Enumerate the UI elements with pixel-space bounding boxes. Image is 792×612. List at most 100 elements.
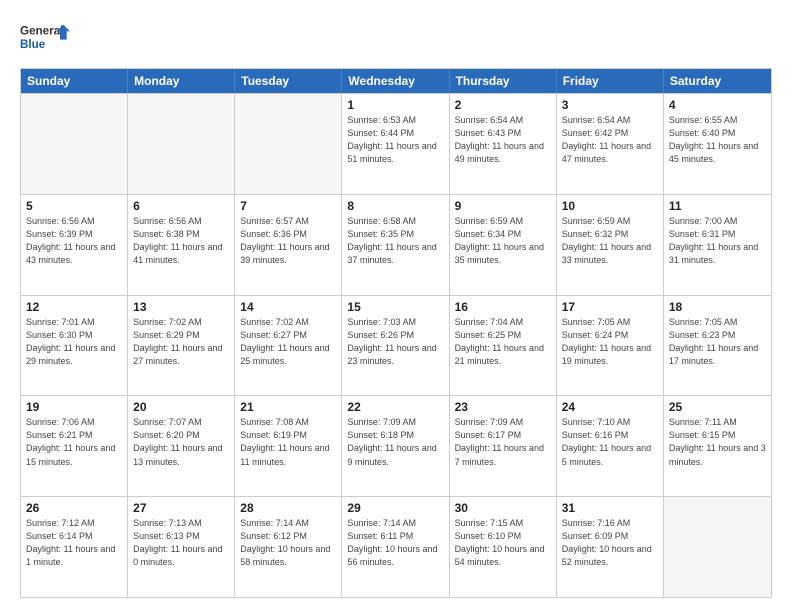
day-number: 10	[562, 199, 658, 213]
day-cell-6: 6 Sunrise: 6:56 AM Sunset: 6:38 PM Daylig…	[128, 195, 235, 295]
day-number: 24	[562, 400, 658, 414]
day-info: Sunrise: 6:54 AM Sunset: 6:43 PM Dayligh…	[455, 114, 551, 166]
calendar: SundayMondayTuesdayWednesdayThursdayFrid…	[20, 68, 772, 598]
week-row-2: 5 Sunrise: 6:56 AM Sunset: 6:39 PM Daylig…	[21, 194, 771, 295]
day-info: Sunrise: 7:12 AM Sunset: 6:14 PM Dayligh…	[26, 517, 122, 569]
day-number: 30	[455, 501, 551, 515]
day-number: 26	[26, 501, 122, 515]
day-info: Sunrise: 6:56 AM Sunset: 6:38 PM Dayligh…	[133, 215, 229, 267]
day-cell-15: 15 Sunrise: 7:03 AM Sunset: 6:26 PM Dayli…	[342, 296, 449, 396]
day-number: 8	[347, 199, 443, 213]
day-info: Sunrise: 7:13 AM Sunset: 6:13 PM Dayligh…	[133, 517, 229, 569]
day-info: Sunrise: 7:05 AM Sunset: 6:23 PM Dayligh…	[669, 316, 766, 368]
week-row-3: 12 Sunrise: 7:01 AM Sunset: 6:30 PM Dayli…	[21, 295, 771, 396]
day-cell-empty	[128, 94, 235, 194]
day-info: Sunrise: 6:58 AM Sunset: 6:35 PM Dayligh…	[347, 215, 443, 267]
logo-svg: General Blue	[20, 18, 70, 58]
day-info: Sunrise: 7:14 AM Sunset: 6:12 PM Dayligh…	[240, 517, 336, 569]
day-number: 11	[669, 199, 766, 213]
day-info: Sunrise: 6:54 AM Sunset: 6:42 PM Dayligh…	[562, 114, 658, 166]
day-number: 7	[240, 199, 336, 213]
day-cell-5: 5 Sunrise: 6:56 AM Sunset: 6:39 PM Daylig…	[21, 195, 128, 295]
day-number: 12	[26, 300, 122, 314]
week-row-4: 19Sunrise: 7:06 AM Sunset: 6:21 PM Dayli…	[21, 395, 771, 496]
day-header-monday: Monday	[128, 69, 235, 93]
day-cell-10: 10 Sunrise: 6:59 AM Sunset: 6:32 PM Dayli…	[557, 195, 664, 295]
day-number: 29	[347, 501, 443, 515]
day-number: 3	[562, 98, 658, 112]
day-cell-27: 27 Sunrise: 7:13 AM Sunset: 6:13 PM Dayli…	[128, 497, 235, 597]
day-info: Sunrise: 6:55 AM Sunset: 6:40 PM Dayligh…	[669, 114, 766, 166]
day-cell-12: 12 Sunrise: 7:01 AM Sunset: 6:30 PM Dayli…	[21, 296, 128, 396]
day-info: Sunrise: 7:08 AM Sunset: 6:19 PM Dayligh…	[240, 416, 336, 468]
day-info: Sunrise: 6:59 AM Sunset: 6:32 PM Dayligh…	[562, 215, 658, 267]
day-cell-24: 24 Sunrise: 7:10 AM Sunset: 6:16 PM Dayli…	[557, 396, 664, 496]
day-info: Sunrise: 7:01 AM Sunset: 6:30 PM Dayligh…	[26, 316, 122, 368]
day-number: 15	[347, 300, 443, 314]
day-info: Sunrise: 7:09 AM Sunset: 6:17 PM Dayligh…	[455, 416, 551, 468]
day-info: Sunrise: 7:03 AM Sunset: 6:26 PM Dayligh…	[347, 316, 443, 368]
day-cell-23: 23 Sunrise: 7:09 AM Sunset: 6:17 PM Dayli…	[450, 396, 557, 496]
day-cell-16: 16Sunrise: 7:04 AM Sunset: 6:25 PM Dayli…	[450, 296, 557, 396]
day-number: 6	[133, 199, 229, 213]
day-cell-18: 18 Sunrise: 7:05 AM Sunset: 6:23 PM Dayli…	[664, 296, 771, 396]
day-info: Sunrise: 7:11 AM Sunset: 6:15 PM Dayligh…	[669, 416, 766, 468]
day-number: 14	[240, 300, 336, 314]
svg-text:Blue: Blue	[20, 38, 46, 51]
day-number: 2	[455, 98, 551, 112]
day-number: 5	[26, 199, 122, 213]
day-cell-20: 20Sunrise: 7:07 AM Sunset: 6:20 PM Dayli…	[128, 396, 235, 496]
day-number: 17	[562, 300, 658, 314]
day-info: Sunrise: 7:05 AM Sunset: 6:24 PM Dayligh…	[562, 316, 658, 368]
week-row-1: 1 Sunrise: 6:53 AM Sunset: 6:44 PM Daylig…	[21, 93, 771, 194]
day-cell-26: 26 Sunrise: 7:12 AM Sunset: 6:14 PM Dayli…	[21, 497, 128, 597]
day-info: Sunrise: 7:16 AM Sunset: 6:09 PM Dayligh…	[562, 517, 658, 569]
day-cell-3: 3 Sunrise: 6:54 AM Sunset: 6:42 PM Daylig…	[557, 94, 664, 194]
day-number: 27	[133, 501, 229, 515]
day-number: 25	[669, 400, 766, 414]
day-number: 13	[133, 300, 229, 314]
day-number: 1	[347, 98, 443, 112]
day-number: 28	[240, 501, 336, 515]
day-info: Sunrise: 7:09 AM Sunset: 6:18 PM Dayligh…	[347, 416, 443, 468]
day-cell-19: 19Sunrise: 7:06 AM Sunset: 6:21 PM Dayli…	[21, 396, 128, 496]
day-info: Sunrise: 7:15 AM Sunset: 6:10 PM Dayligh…	[455, 517, 551, 569]
day-cell-4: 4Sunrise: 6:55 AM Sunset: 6:40 PM Daylig…	[664, 94, 771, 194]
day-info: Sunrise: 7:04 AM Sunset: 6:25 PM Dayligh…	[455, 316, 551, 368]
day-info: Sunrise: 7:07 AM Sunset: 6:20 PM Dayligh…	[133, 416, 229, 468]
day-cell-9: 9 Sunrise: 6:59 AM Sunset: 6:34 PM Daylig…	[450, 195, 557, 295]
day-header-friday: Friday	[557, 69, 664, 93]
day-cell-11: 11 Sunrise: 7:00 AM Sunset: 6:31 PM Dayli…	[664, 195, 771, 295]
day-cell-14: 14 Sunrise: 7:02 AM Sunset: 6:27 PM Dayli…	[235, 296, 342, 396]
day-info: Sunrise: 7:10 AM Sunset: 6:16 PM Dayligh…	[562, 416, 658, 468]
day-info: Sunrise: 7:02 AM Sunset: 6:27 PM Dayligh…	[240, 316, 336, 368]
day-number: 18	[669, 300, 766, 314]
day-cell-28: 28 Sunrise: 7:14 AM Sunset: 6:12 PM Dayli…	[235, 497, 342, 597]
day-cell-13: 13Sunrise: 7:02 AM Sunset: 6:29 PM Dayli…	[128, 296, 235, 396]
logo: General Blue	[20, 18, 70, 58]
page: General Blue SundayMondayTuesdayWednesda…	[0, 0, 792, 612]
day-cell-29: 29 Sunrise: 7:14 AM Sunset: 6:11 PM Dayli…	[342, 497, 449, 597]
day-number: 31	[562, 501, 658, 515]
day-info: Sunrise: 6:56 AM Sunset: 6:39 PM Dayligh…	[26, 215, 122, 267]
day-number: 23	[455, 400, 551, 414]
day-info: Sunrise: 6:53 AM Sunset: 6:44 PM Dayligh…	[347, 114, 443, 166]
day-number: 21	[240, 400, 336, 414]
day-header-tuesday: Tuesday	[235, 69, 342, 93]
day-info: Sunrise: 7:14 AM Sunset: 6:11 PM Dayligh…	[347, 517, 443, 569]
calendar-body: 1 Sunrise: 6:53 AM Sunset: 6:44 PM Daylig…	[21, 93, 771, 597]
day-info: Sunrise: 7:00 AM Sunset: 6:31 PM Dayligh…	[669, 215, 766, 267]
day-cell-8: 8 Sunrise: 6:58 AM Sunset: 6:35 PM Daylig…	[342, 195, 449, 295]
calendar-header: SundayMondayTuesdayWednesdayThursdayFrid…	[21, 69, 771, 93]
day-cell-empty	[21, 94, 128, 194]
day-info: Sunrise: 6:57 AM Sunset: 6:36 PM Dayligh…	[240, 215, 336, 267]
week-row-5: 26 Sunrise: 7:12 AM Sunset: 6:14 PM Dayli…	[21, 496, 771, 597]
day-cell-22: 22Sunrise: 7:09 AM Sunset: 6:18 PM Dayli…	[342, 396, 449, 496]
day-cell-17: 17 Sunrise: 7:05 AM Sunset: 6:24 PM Dayli…	[557, 296, 664, 396]
day-cell-7: 7 Sunrise: 6:57 AM Sunset: 6:36 PM Daylig…	[235, 195, 342, 295]
day-number: 9	[455, 199, 551, 213]
day-cell-21: 21 Sunrise: 7:08 AM Sunset: 6:19 PM Dayli…	[235, 396, 342, 496]
day-cell-empty	[664, 497, 771, 597]
day-info: Sunrise: 6:59 AM Sunset: 6:34 PM Dayligh…	[455, 215, 551, 267]
day-cell-2: 2 Sunrise: 6:54 AM Sunset: 6:43 PM Daylig…	[450, 94, 557, 194]
